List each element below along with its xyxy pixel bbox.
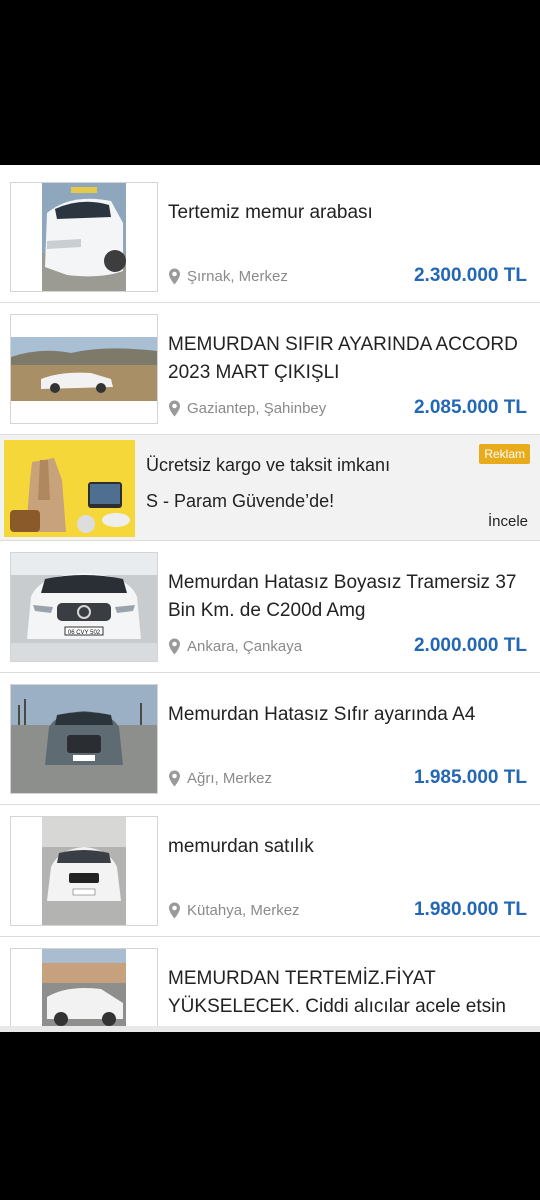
listing-price: 1.985.000 TL — [413, 767, 527, 788]
listing-thumbnail[interactable] — [10, 182, 158, 292]
listing-thumbnail[interactable] — [10, 314, 158, 424]
listing-item[interactable]: memurdan satılık Kütahya, Merkez 1.980.0… — [0, 805, 540, 937]
ad-view-link[interactable]: İncele — [488, 513, 528, 530]
advertisement-banner[interactable]: Ücretsiz kargo ve taksit imkanı S - Para… — [0, 435, 540, 541]
listing-title: Memurdan Hatasız Sıfır ayarında A4 — [168, 704, 476, 725]
location-pin-icon — [169, 770, 180, 787]
license-plate-text: 06 CVY 502 — [68, 630, 101, 636]
location-text: Ağrı, Merkez — [187, 770, 273, 787]
listing-title: memurdan satılık — [168, 836, 314, 857]
listing-item[interactable]: MEMURDAN TERTEMİZ.FİYAT YÜKSELECEK. Cidd… — [0, 937, 540, 1032]
location-text: Gaziantep, Şahinbey — [187, 400, 327, 417]
car-photo-mercedes-front: 06 CVY 502 — [11, 553, 157, 661]
listing-thumbnail[interactable] — [10, 948, 158, 1032]
listing-thumbnail[interactable] — [10, 684, 158, 794]
car-photo-audi-a4 — [11, 685, 157, 793]
car-photo-accord-landscape — [11, 315, 157, 423]
ad-badge: Reklam — [479, 444, 530, 464]
listing-title: MEMURDAN SIFIR AYARINDA ACCORD 2023 MART… — [168, 334, 518, 383]
listing-title: MEMURDAN TERTEMİZ.FİYAT YÜKSELECEK. Cidd… — [168, 968, 506, 1017]
listing-title: Memurdan Hatasız Boyasız Tramersiz 37 Bi… — [168, 572, 517, 621]
ad-products-illustration — [4, 440, 135, 537]
car-photo-white-hatchback — [11, 949, 157, 1032]
listing-location: Ağrı, Merkez — [168, 770, 272, 787]
location-pin-icon — [169, 400, 180, 417]
listing-item[interactable]: MEMURDAN SIFIR AYARINDA ACCORD 2023 MART… — [0, 303, 540, 435]
listing-location: Kütahya, Merkez — [168, 902, 300, 919]
listing-item[interactable]: Tertemiz memur arabası Şırnak, Merkez 2.… — [0, 171, 540, 303]
listing-location: Ankara, Çankaya — [168, 638, 302, 655]
location-pin-icon — [169, 268, 180, 285]
car-photo-white-sedan — [11, 183, 157, 291]
ad-image — [4, 440, 135, 537]
listing-screen: Tertemiz memur arabası Şırnak, Merkez 2.… — [0, 165, 540, 1032]
ad-subline: S - Param Güvende’de! — [146, 491, 335, 511]
location-text: Ankara, Çankaya — [187, 638, 303, 655]
location-text: Şırnak, Merkez — [187, 268, 288, 285]
listing-item[interactable]: Memurdan Hatasız Sıfır ayarında A4 Ağrı,… — [0, 673, 540, 805]
listing-price: 2.085.000 TL — [413, 397, 527, 418]
listing-price: 2.000.000 TL — [413, 635, 527, 656]
bottom-divider — [0, 1026, 540, 1032]
listing-thumbnail[interactable] — [10, 816, 158, 926]
location-pin-icon — [169, 902, 180, 919]
listing-thumbnail[interactable]: 06 CVY 502 — [10, 552, 158, 662]
car-photo-white-accord-front — [11, 817, 157, 925]
listing-location: Gaziantep, Şahinbey — [168, 400, 326, 417]
listing-location: Şırnak, Merkez — [168, 268, 288, 285]
ad-headline: Ücretsiz kargo ve taksit imkanı — [146, 455, 391, 475]
listing-item[interactable]: 06 CVY 502 Memurdan Hatasız Boyasız Tram… — [0, 541, 540, 673]
location-text: Kütahya, Merkez — [187, 902, 300, 919]
listing-title: Tertemiz memur arabası — [168, 202, 373, 223]
location-pin-icon — [169, 638, 180, 655]
listing-price: 2.300.000 TL — [413, 265, 527, 286]
listing-price: 1.980.000 TL — [413, 899, 527, 920]
